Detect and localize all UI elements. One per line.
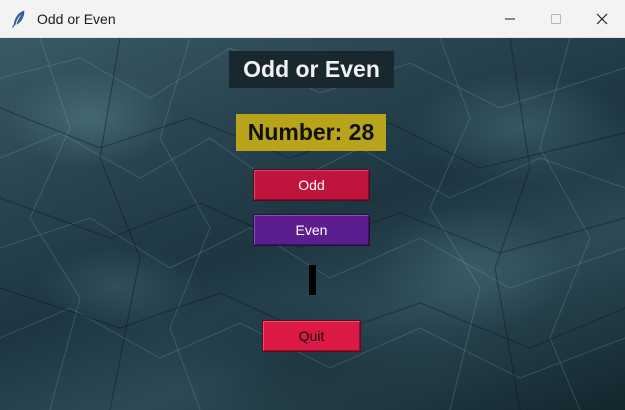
even-button[interactable]: Even: [253, 214, 370, 246]
feather-icon: [10, 10, 28, 28]
window-controls: [487, 0, 625, 38]
number-display: Number: 28: [236, 114, 386, 151]
minimize-icon[interactable]: [487, 0, 533, 38]
game-area: Odd or Even Number: 28 Odd Even Quit: [0, 38, 625, 410]
title-bar: Odd or Even: [0, 0, 625, 38]
close-icon[interactable]: [579, 0, 625, 38]
app-window: Odd or Even Odd or Even Number: 28 Odd E…: [0, 0, 625, 410]
window-title: Odd or Even: [37, 10, 116, 27]
maximize-icon[interactable]: [533, 0, 579, 38]
game-title-label: Odd or Even: [229, 51, 394, 88]
result-label: [309, 265, 316, 295]
odd-button[interactable]: Odd: [253, 169, 370, 201]
quit-button[interactable]: Quit: [262, 320, 361, 352]
